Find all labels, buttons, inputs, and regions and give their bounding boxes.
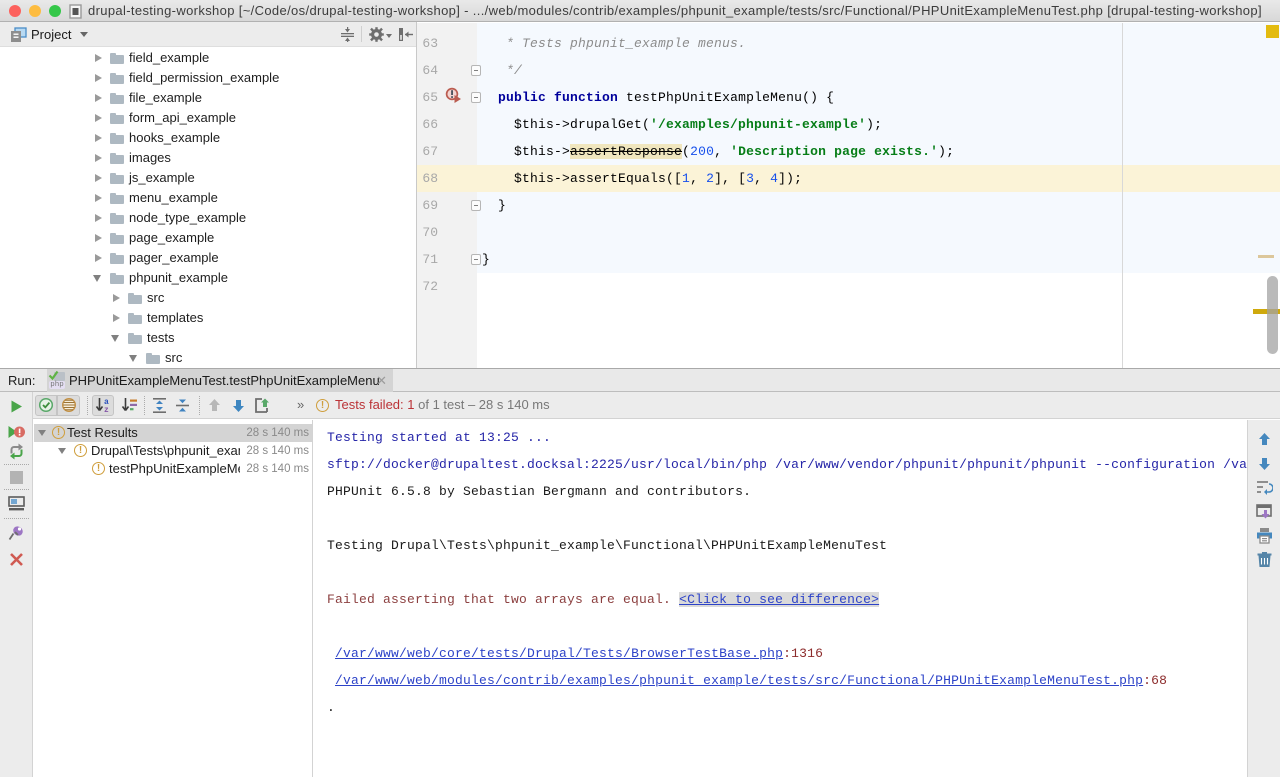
svg-text:z: z	[104, 406, 109, 413]
